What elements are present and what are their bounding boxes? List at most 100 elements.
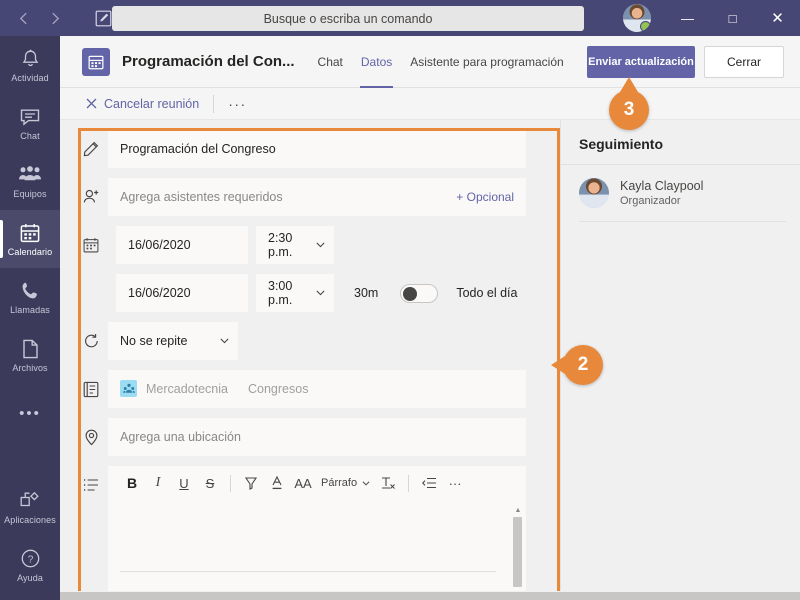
- sidebar-item-llamadas[interactable]: Llamadas: [0, 268, 60, 326]
- tab-asistente-programacion[interactable]: Asistente para programación: [401, 36, 572, 88]
- location-input[interactable]: Agrega una ubicación: [108, 418, 526, 456]
- avatar-image: [579, 178, 609, 208]
- meeting-header: Programación del Con... Chat Datos Asist…: [60, 36, 800, 88]
- search-input[interactable]: Busque o escriba un comando: [112, 6, 584, 31]
- recurrence-select[interactable]: No se repite: [108, 322, 238, 360]
- callout-tail: [620, 77, 638, 92]
- sidebar-item-actividad[interactable]: Actividad: [0, 36, 60, 94]
- help-icon: ?: [21, 548, 40, 570]
- sidebar-item-calendario[interactable]: Calendario: [0, 210, 60, 268]
- spacer-icon: [74, 274, 108, 312]
- teams-icon: [18, 164, 42, 186]
- sidebar-item-label: Archivos: [12, 362, 48, 373]
- meeting-tabs: Chat Datos Asistente para programación: [309, 36, 573, 88]
- end-time-value: 3:00 p.m.: [268, 278, 293, 307]
- form-row-attendees: Agrega asistentes requeridos + Opcional: [60, 178, 560, 216]
- callout-badge-2: 2: [551, 345, 603, 385]
- minimize-button[interactable]: —: [665, 0, 710, 36]
- end-date-input[interactable]: 16/06/2020: [116, 274, 248, 312]
- description-textarea[interactable]: Unirse a reunión de Microsoft Teams ▲: [108, 500, 526, 591]
- scrollbar-thumb[interactable]: [513, 517, 522, 587]
- team-avatar-icon: [120, 380, 137, 397]
- close-icon: [86, 98, 97, 109]
- meeting-title-input[interactable]: Programación del Congreso: [108, 130, 526, 168]
- channel-selector[interactable]: Mercadotecnia Congresos: [108, 370, 526, 408]
- start-time-select[interactable]: 2:30 p.m.: [256, 226, 334, 264]
- channel-name: Congresos: [248, 381, 309, 396]
- close-button[interactable]: Cerrar: [704, 46, 784, 78]
- files-icon: [22, 338, 39, 360]
- pencil-icon: [74, 130, 108, 168]
- command-more-button[interactable]: ···: [228, 96, 247, 112]
- indent-button[interactable]: [417, 471, 441, 495]
- bottom-scrollbar[interactable]: [60, 592, 800, 600]
- clear-format-button[interactable]: [376, 471, 400, 495]
- add-person-icon: [74, 178, 108, 216]
- strikethrough-button[interactable]: S: [198, 471, 222, 495]
- channel-icon: [74, 370, 108, 408]
- nav-arrows: [8, 4, 70, 32]
- chevron-right-icon: [51, 12, 59, 24]
- tab-datos[interactable]: Datos: [352, 36, 401, 88]
- chevron-down-icon: [220, 338, 229, 344]
- calendar-icon: [74, 226, 108, 264]
- all-day-toggle[interactable]: [400, 284, 439, 303]
- forward-button[interactable]: [40, 4, 70, 32]
- bold-button[interactable]: B: [120, 471, 144, 495]
- sidebar-item-label: Llamadas: [10, 304, 50, 315]
- calendar-icon: [20, 222, 40, 244]
- sidebar-item-archivos[interactable]: Archivos: [0, 326, 60, 384]
- sidebar-item-chat[interactable]: Chat: [0, 94, 60, 152]
- formatting-toolbar: B I U S AA Párrafo ···: [108, 466, 526, 500]
- description-editor: B I U S AA Párrafo ··· ▲: [108, 466, 526, 591]
- more-format-button[interactable]: ···: [443, 471, 467, 495]
- app-rail: Actividad Chat Equipos Calendario Llamad…: [0, 36, 60, 600]
- form-row-channel: Mercadotecnia Congresos: [60, 370, 560, 408]
- list-item[interactable]: Kayla Claypool Organizador: [561, 165, 800, 208]
- avatar: [579, 178, 609, 208]
- end-time-select[interactable]: 3:00 p.m.: [256, 274, 334, 312]
- header-actions: Enviar actualización Cerrar: [587, 46, 784, 78]
- tab-chat[interactable]: Chat: [309, 36, 352, 88]
- attendees-input[interactable]: Agrega asistentes requeridos + Opcional: [108, 178, 526, 216]
- indent-icon: [421, 477, 436, 489]
- recurrence-value: No se repite: [120, 333, 188, 348]
- optional-attendees-link[interactable]: + Opcional: [456, 190, 514, 204]
- tracking-title: Seguimiento: [561, 120, 800, 165]
- send-update-button[interactable]: Enviar actualización: [587, 46, 695, 78]
- form-row-end: 16/06/2020 3:00 p.m. 30m Todo el día: [60, 274, 560, 312]
- bell-icon: [21, 48, 40, 70]
- font-color-button[interactable]: [265, 471, 289, 495]
- description-scrollbar[interactable]: ▲: [513, 507, 523, 591]
- italic-button[interactable]: I: [146, 471, 170, 495]
- attendees-placeholder: Agrega asistentes requeridos: [120, 189, 283, 204]
- sidebar-item-aplicaciones[interactable]: Aplicaciones: [0, 478, 60, 536]
- start-time-value: 2:30 p.m.: [268, 230, 293, 259]
- channel-team-name: Mercadotecnia: [146, 381, 228, 396]
- callout-tail: [551, 356, 565, 374]
- phone-icon: [21, 280, 40, 302]
- svg-text:?: ?: [27, 555, 33, 566]
- maximize-button[interactable]: □: [710, 0, 755, 36]
- callout-number: 2: [577, 354, 589, 375]
- sidebar-item-label: Aplicaciones: [4, 514, 56, 525]
- cancel-meeting-button[interactable]: Cancelar reunión: [86, 97, 199, 111]
- close-window-button[interactable]: ✕: [755, 0, 800, 36]
- highlight-button[interactable]: [239, 471, 263, 495]
- user-avatar[interactable]: [623, 4, 651, 32]
- all-day-label: Todo el día: [456, 286, 518, 300]
- scroll-up-icon[interactable]: ▲: [513, 507, 523, 514]
- chevron-down-icon: [316, 242, 325, 248]
- sidebar-item-equipos[interactable]: Equipos: [0, 152, 60, 210]
- paragraph-style-button[interactable]: Párrafo: [317, 471, 374, 495]
- back-button[interactable]: [8, 4, 38, 32]
- underline-button[interactable]: U: [172, 471, 196, 495]
- sidebar-item-ayuda[interactable]: ? Ayuda: [0, 536, 60, 594]
- sidebar-item-label: Chat: [20, 130, 40, 141]
- cancel-meeting-label: Cancelar reunión: [104, 96, 200, 111]
- sidebar-more-button[interactable]: •••: [0, 384, 60, 442]
- toolbar-separator: [230, 474, 231, 492]
- font-size-button[interactable]: AA: [291, 471, 315, 495]
- main-stage: Programación del Con... Chat Datos Asist…: [60, 36, 800, 592]
- start-date-input[interactable]: 16/06/2020: [116, 226, 248, 264]
